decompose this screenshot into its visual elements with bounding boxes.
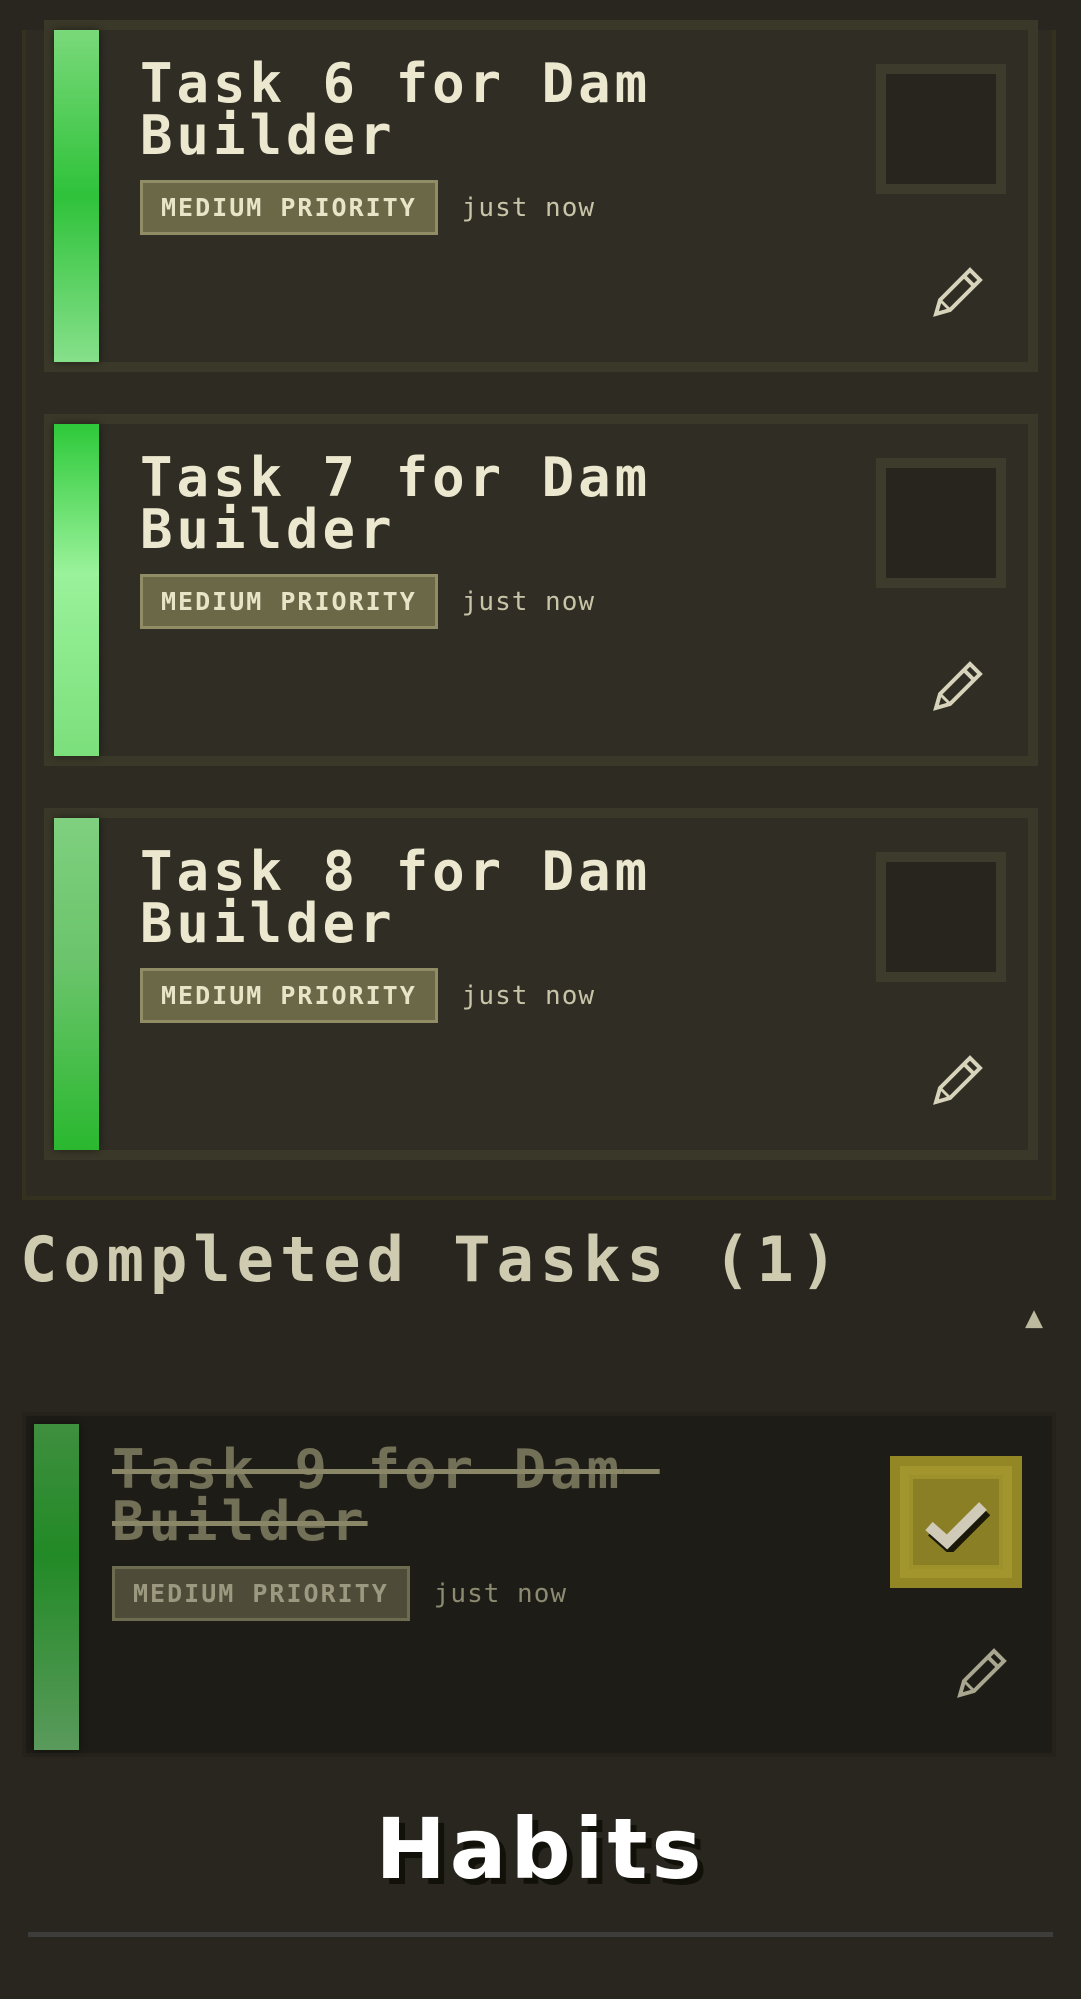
pencil-icon[interactable] [928, 1050, 988, 1110]
task-timestamp: just now [461, 192, 596, 223]
pencil-icon[interactable] [928, 656, 988, 716]
task-meta: MEDIUM PRIORITY just now [112, 1566, 567, 1621]
task-card[interactable]: Task 8 for Dam Builder MEDIUM PRIORITY j… [44, 808, 1038, 1160]
priority-badge: MEDIUM PRIORITY [140, 574, 438, 629]
task-card[interactable]: Task 6 for Dam Builder MEDIUM PRIORITY j… [44, 20, 1038, 372]
priority-badge: MEDIUM PRIORITY [140, 968, 438, 1023]
task-complete-checkbox[interactable] [876, 64, 1006, 194]
task-accent-bar [54, 424, 99, 756]
pencil-icon[interactable] [952, 1643, 1012, 1703]
task-meta: MEDIUM PRIORITY just now [140, 180, 595, 235]
pencil-icon[interactable] [928, 262, 988, 322]
task-card[interactable]: Task 7 for Dam Builder MEDIUM PRIORITY j… [44, 414, 1038, 766]
task-title: Task 8 for Dam Builder [140, 840, 688, 955]
task-meta: MEDIUM PRIORITY just now [140, 574, 595, 629]
task-title: Task 7 for Dam Builder [140, 446, 688, 561]
task-complete-checkbox[interactable] [890, 1456, 1022, 1588]
task-complete-checkbox[interactable] [876, 458, 1006, 588]
task-accent-bar [54, 30, 99, 362]
task-accent-bar [34, 1424, 79, 1750]
task-accent-bar [54, 818, 99, 1150]
task-timestamp: just now [461, 586, 596, 617]
section-divider [28, 1932, 1053, 1937]
task-complete-checkbox[interactable] [876, 852, 1006, 982]
task-timestamp: just now [461, 980, 596, 1011]
collapse-toggle-icon[interactable]: ▲ [1025, 1300, 1043, 1335]
checkmark-icon [925, 1502, 991, 1552]
priority-badge: MEDIUM PRIORITY [140, 180, 438, 235]
habits-heading: Habits [375, 1800, 706, 1898]
task-timestamp: just now [433, 1578, 568, 1609]
checkbox-inner [909, 1475, 1003, 1569]
task-meta: MEDIUM PRIORITY just now [140, 968, 595, 1023]
completed-task-card[interactable]: Task 9 for Dam Builder MEDIUM PRIORITY j… [22, 1412, 1056, 1757]
task-title: Task 9 for Dam Builder [112, 1438, 660, 1553]
priority-badge: MEDIUM PRIORITY [112, 1566, 410, 1621]
task-title: Task 6 for Dam Builder [140, 52, 688, 167]
completed-tasks-heading[interactable]: Completed Tasks (1) [20, 1229, 900, 1291]
